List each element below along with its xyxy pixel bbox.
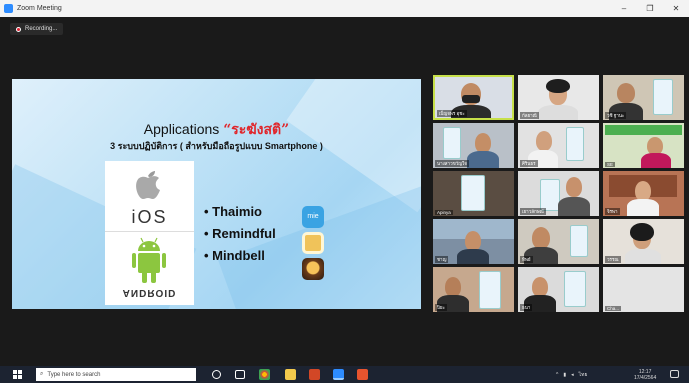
network-icon[interactable]: ▮: [563, 372, 566, 378]
slide-title: Applications “ระฆังสติ”: [12, 119, 421, 141]
participant-name: วชิ ฐานะ: [605, 112, 627, 119]
thaimio-app-icon: mie: [302, 206, 324, 228]
participant-tile[interactable]: กัลยาณี: [518, 75, 599, 120]
taskbar-search-placeholder: Type here to search: [47, 371, 101, 378]
restore-button[interactable]: ❐: [637, 0, 663, 17]
participant-tile[interactable]: ทิพย์: [518, 219, 599, 264]
recording-label: Recording...: [25, 26, 58, 32]
slide-title-th: “ระฆังสติ”: [223, 122, 290, 138]
participant-tile[interactable]: ชาญ: [433, 219, 514, 264]
search-icon: ⌕: [40, 371, 44, 377]
participant-name: SE: [605, 162, 616, 167]
participant-name: กัลยาณี: [520, 112, 539, 119]
participant-name: ธนา: [520, 304, 533, 311]
chrome-icon[interactable]: [259, 369, 270, 380]
close-button[interactable]: ✕: [663, 0, 689, 17]
task-view-icon[interactable]: [235, 370, 245, 379]
mindbell-app-icon: [302, 258, 324, 280]
os-logo-card: iOS ANDROID: [105, 161, 194, 305]
slide-subtitle: 3 ระบบปฏิบัติการ ( สำหรับมือถือรูปแบบ Sm…: [110, 141, 323, 151]
system-tray: ^ ▮ ◂ ไทย: [556, 366, 595, 383]
os-divider: [105, 231, 194, 232]
participant-name: ปิยะ: [435, 304, 447, 311]
participant-tile[interactable]: วรรณ: [603, 219, 684, 264]
app-list: • Thaimio • Remindful • Mindbell: [204, 201, 276, 267]
participant-name: วรรณ: [605, 256, 621, 263]
participant-name: เยาวลักษณ์: [520, 208, 546, 215]
remindful-app-icon: [302, 232, 324, 254]
zoom-taskbar-icon[interactable]: [333, 369, 344, 380]
participant-name: จิรพา: [605, 208, 620, 215]
participant-name: ทิพย์: [520, 256, 533, 263]
android-label: ANDROID: [122, 287, 177, 298]
windows-start-icon[interactable]: [13, 370, 22, 379]
taskbar-search-box[interactable]: ⌕ Type here to search: [36, 368, 196, 381]
participant-gallery: เบ็ญจพร อุชะ กัลยาณี วชิ ฐานะ นางสาวขวัญ…: [432, 75, 685, 332]
participant-tile[interactable]: ศิรินธร: [518, 123, 599, 168]
notification-icon[interactable]: [670, 370, 679, 378]
participant-name: ชาญ: [435, 256, 449, 263]
participant-name: เบ็ญจพร อุชะ: [437, 110, 467, 117]
apple-icon: [136, 171, 160, 199]
participant-tile[interactable]: Apinya: [433, 171, 514, 216]
window-titlebar: Zoom Meeting: [0, 0, 689, 17]
chevron-up-icon[interactable]: ^: [556, 372, 558, 378]
windows-taskbar: ⌕ Type here to search ^ ▮ ◂ ไทย 12:17 17…: [0, 366, 689, 383]
volume-icon[interactable]: ◂: [571, 372, 574, 378]
participant-tile[interactable]: วชิ ฐานะ: [603, 75, 684, 120]
participant-tile[interactable]: เบ็ญจพร อุชะ: [433, 75, 514, 120]
app-item-thaimio: • Thaimio: [204, 204, 262, 219]
zoom-app-icon: [4, 4, 13, 13]
clock[interactable]: 12:17 17/4/2564: [634, 366, 656, 383]
clock-date: 17/4/2564: [634, 374, 657, 381]
cortana-icon[interactable]: [212, 370, 221, 379]
ios-label: iOS: [131, 207, 168, 227]
participant-tile[interactable]: นางสาวขวัญใจ: [433, 123, 514, 168]
app-taskbar-icon[interactable]: [357, 369, 368, 380]
participant-tile[interactable]: Cha...: [603, 267, 684, 312]
participant-tile[interactable]: ปิยะ: [433, 267, 514, 312]
window-title: Zoom Meeting: [17, 5, 62, 12]
record-icon: [16, 26, 21, 32]
participant-name: ศิรินธร: [520, 160, 538, 167]
shared-screen-slide: Applications “ระฆังสติ” 3 ระบบปฏิบัติการ…: [12, 79, 421, 309]
participant-name: นางสาวขวัญใจ: [435, 160, 469, 167]
app-item-mindbell: • Mindbell: [204, 248, 265, 263]
participant-tile[interactable]: เยาวลักษณ์: [518, 171, 599, 216]
powerpoint-icon[interactable]: [309, 369, 320, 380]
recording-indicator[interactable]: Recording...: [10, 23, 64, 35]
participant-name: Cha...: [605, 306, 622, 311]
file-explorer-icon[interactable]: [285, 369, 296, 380]
slide-title-en: Applications: [143, 121, 220, 137]
minimize-button[interactable]: –: [611, 0, 637, 17]
android-icon: [132, 237, 166, 283]
meeting-stage: Recording... Applications “ระฆังสติ” 3 ร…: [0, 17, 689, 366]
participant-tile[interactable]: SE: [603, 123, 684, 168]
participant-name: Apinya: [435, 210, 453, 215]
participant-tile[interactable]: จิรพา: [603, 171, 684, 216]
language-indicator[interactable]: ไทย: [579, 371, 588, 379]
participant-tile[interactable]: ธนา: [518, 267, 599, 312]
app-item-remindful: • Remindful: [204, 226, 276, 241]
